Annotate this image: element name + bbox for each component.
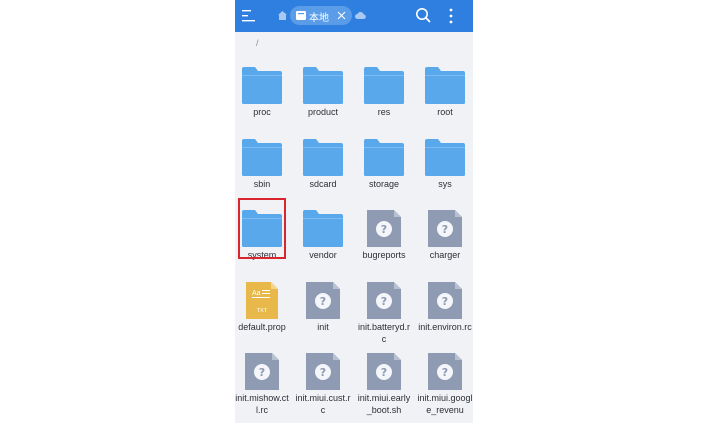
folder-item[interactable]: sdcard: [298, 130, 359, 202]
search-icon[interactable]: [415, 7, 431, 23]
item-label: vendor: [309, 250, 337, 260]
folder-icon: [425, 67, 465, 104]
item-label: root: [437, 107, 453, 117]
file-item[interactable]: ? init.batteryd.rc: [357, 273, 420, 345]
item-label: init.miui.google_revenu: [417, 393, 473, 415]
txt-badge-bottom: TXT: [257, 308, 268, 314]
svg-text:?: ?: [442, 366, 448, 379]
file-item[interactable]: ? init: [298, 273, 359, 345]
folder-item[interactable]: root: [420, 58, 473, 130]
folder-icon: [364, 67, 404, 104]
file-item[interactable]: ? init.miui.cust.rc: [295, 344, 359, 416]
unknown-file-icon: ?: [425, 353, 465, 390]
unknown-file-icon: ?: [303, 281, 343, 319]
svg-text:?: ?: [381, 366, 387, 379]
unknown-file-icon: ?: [364, 281, 404, 319]
item-label: init: [317, 321, 329, 332]
folder-item[interactable]: product: [298, 58, 359, 130]
svg-text:?: ?: [381, 295, 387, 308]
menu-icon[interactable]: [242, 9, 255, 23]
storage-icon: [296, 11, 306, 20]
item-label: bugreports: [362, 250, 406, 260]
svg-text:?: ?: [320, 295, 326, 308]
cloud-icon[interactable]: [355, 10, 366, 20]
item-label: product: [307, 107, 339, 117]
file-item[interactable]: ? init.environ.rc: [418, 273, 473, 345]
folder-icon: [303, 138, 343, 176]
folder-icon: [425, 138, 465, 176]
unknown-file-icon: ?: [303, 353, 343, 390]
item-label: sbin: [253, 178, 271, 189]
item-label: init.mishow.ctl.rc: [235, 393, 289, 415]
tab-label: 本地: [309, 13, 329, 24]
text-file-icon: Aa TXT: [242, 281, 282, 319]
txt-badge-top: Aa: [252, 290, 261, 297]
item-label: res: [377, 107, 391, 117]
file-grid: proc product res root sbin sdcard storage sys sy…: [235, 58, 473, 416]
folder-item[interactable]: system: [237, 198, 298, 273]
top-bar: 本地: [235, 0, 473, 32]
svg-text:?: ?: [320, 366, 326, 379]
home-icon[interactable]: [278, 11, 287, 20]
item-label: system: [247, 250, 277, 260]
folder-item[interactable]: res: [359, 58, 420, 130]
file-item[interactable]: Aa TXT default.prop: [237, 273, 298, 345]
unknown-file-icon: ?: [425, 281, 465, 319]
item-label: init.miui.early_boot.sh: [357, 393, 411, 415]
item-label: init.environ.rc: [418, 321, 472, 332]
unknown-file-icon: ?: [242, 353, 282, 390]
item-label: charger: [429, 250, 461, 260]
svg-text:?: ?: [259, 366, 265, 379]
file-item[interactable]: ? init.miui.early_boot.sh: [357, 344, 420, 416]
unknown-file-icon: ?: [425, 210, 465, 247]
item-label: init.miui.cust.rc: [295, 393, 351, 415]
item-label: storage: [368, 178, 400, 189]
unknown-file-icon: ?: [364, 353, 404, 390]
file-item[interactable]: ? init.miui.google_revenu: [417, 344, 473, 416]
item-label: sys: [438, 178, 452, 189]
folder-item[interactable]: storage: [359, 130, 420, 202]
folder-item[interactable]: vendor: [298, 201, 359, 273]
folder-icon: [303, 67, 343, 104]
folder-icon: [303, 210, 343, 247]
svg-text:?: ?: [442, 223, 448, 236]
svg-text:?: ?: [381, 223, 387, 236]
folder-icon: [242, 67, 282, 104]
file-item[interactable]: ? bugreports: [359, 201, 420, 273]
folder-icon: [242, 138, 282, 176]
item-label: default.prop: [238, 321, 286, 332]
file-manager-screen: 本地 / proc product res root sbin sdcard storage…: [235, 0, 473, 423]
breadcrumb[interactable]: /: [256, 38, 259, 48]
svg-text:?: ?: [442, 295, 448, 308]
tab-local[interactable]: 本地: [290, 6, 352, 25]
folder-icon: [242, 210, 282, 247]
folder-item[interactable]: sbin: [237, 130, 298, 202]
unknown-file-icon: ?: [364, 210, 404, 247]
folder-item[interactable]: proc: [237, 58, 298, 130]
more-vertical-icon[interactable]: [445, 7, 457, 25]
folder-item[interactable]: sys: [420, 130, 473, 202]
file-item[interactable]: ? charger: [420, 201, 473, 273]
item-label: proc: [253, 107, 271, 117]
item-label: init.batteryd.rc: [357, 321, 411, 344]
close-icon[interactable]: [336, 10, 347, 21]
file-item[interactable]: ? init.mishow.ctl.rc: [235, 344, 298, 416]
item-label: sdcard: [309, 178, 337, 189]
folder-icon: [364, 138, 404, 176]
